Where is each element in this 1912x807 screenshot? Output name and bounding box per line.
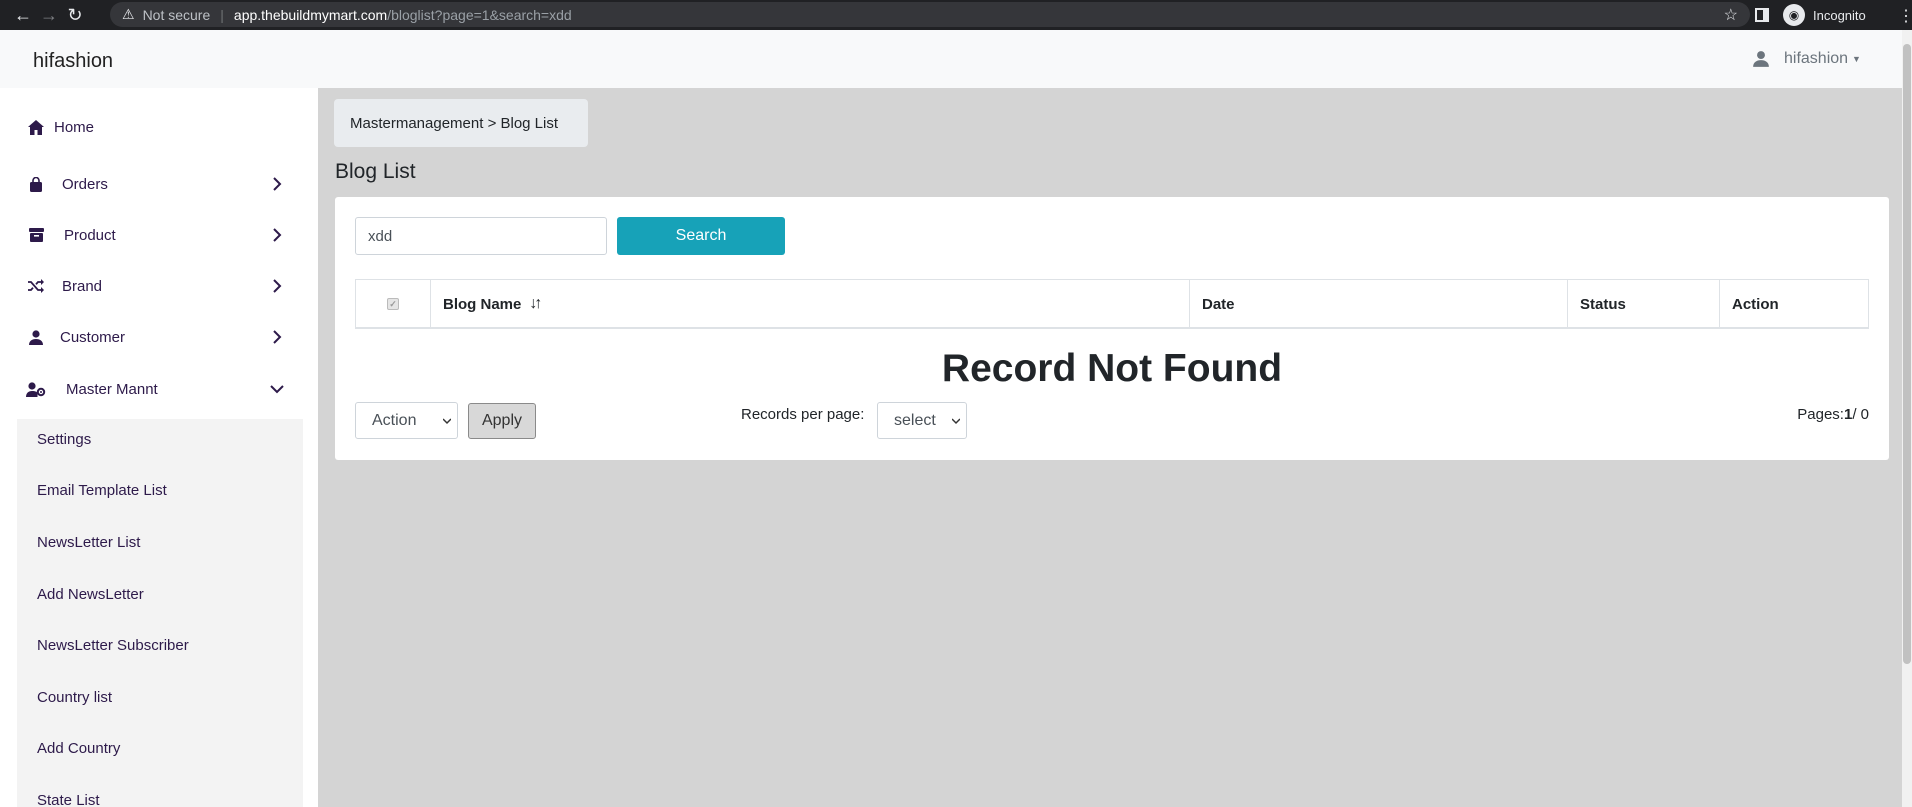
user-icon xyxy=(26,328,46,346)
browser-actions: ◉ Incognito xyxy=(1755,0,1866,30)
forward-icon[interactable]: → xyxy=(38,4,60,26)
sidebar-item-product[interactable]: Product xyxy=(0,212,318,258)
pages-label: Pages: xyxy=(1797,406,1844,423)
page-scrollbar[interactable] xyxy=(1902,30,1912,807)
column-label: Status xyxy=(1580,295,1626,313)
column-label: Date xyxy=(1202,295,1235,313)
url-separator: | xyxy=(220,6,224,23)
submenu-item-add-newsletter[interactable]: Add NewsLetter xyxy=(37,586,144,603)
sidebar-item-label: Orders xyxy=(62,175,108,193)
chevron-right-icon xyxy=(273,279,282,293)
column-label: Action xyxy=(1732,295,1779,313)
submenu-item-newsletter-list[interactable]: NewsLetter List xyxy=(37,534,140,551)
reload-icon[interactable]: ↻ xyxy=(64,4,86,26)
search-input[interactable] xyxy=(355,217,607,255)
sidebar-item-master-mannt[interactable]: Master Mannt xyxy=(0,366,318,412)
master-submenu: Settings Email Template List NewsLetter … xyxy=(17,419,303,807)
sidebar-item-label: Home xyxy=(54,118,95,136)
shuffle-icon xyxy=(26,277,46,295)
brand-logo[interactable]: hifashion xyxy=(33,50,113,73)
sort-arrows-icon[interactable]: ↓↑ xyxy=(529,295,542,313)
records-per-page-value: select xyxy=(894,411,936,429)
breadcrumb[interactable]: Mastermanagement > Blog List xyxy=(334,99,588,147)
submenu-item-settings[interactable]: Settings xyxy=(37,431,91,448)
archive-box-icon xyxy=(26,226,46,244)
select-arrow-icon xyxy=(443,418,451,425)
sidebar-item-label: Master Mannt xyxy=(66,380,158,398)
sidebar-item-brand[interactable]: Brand xyxy=(0,263,318,309)
column-action: Action xyxy=(1720,280,1868,328)
browser-menu-icon[interactable]: ⋮ xyxy=(1898,6,1912,26)
sidebar-item-orders[interactable]: Orders xyxy=(0,161,318,207)
incognito-icon[interactable]: ◉ xyxy=(1783,4,1805,26)
caret-down-icon: ▼ xyxy=(1852,54,1861,64)
column-date: Date xyxy=(1190,280,1568,328)
select-all-checkbox[interactable]: ✓ xyxy=(387,298,399,310)
shopping-bag-icon xyxy=(26,175,46,193)
user-gear-icon xyxy=(26,380,46,398)
sidebar-item-customer[interactable]: Customer xyxy=(0,314,318,360)
chevron-right-icon xyxy=(273,177,282,191)
pagination-info: Pages:1/ 0 xyxy=(1797,406,1869,423)
back-icon[interactable]: ← xyxy=(12,4,34,26)
blog-list-card: Search ✓ Blog Name ↓↑ Date Status Action… xyxy=(335,197,1889,460)
select-arrow-icon xyxy=(952,418,960,425)
user-icon xyxy=(1753,51,1769,67)
security-label: Not secure xyxy=(142,6,211,23)
sidebar-item-label: Customer xyxy=(60,328,126,346)
sidebar-item-home[interactable]: Home xyxy=(0,104,318,150)
apply-button[interactable]: Apply xyxy=(468,403,536,439)
records-per-page-select[interactable]: select xyxy=(877,402,967,439)
side-panel-icon[interactable] xyxy=(1755,8,1769,22)
scrollbar-thumb[interactable] xyxy=(1903,44,1911,664)
incognito-label: Incognito xyxy=(1813,7,1866,23)
address-bar[interactable]: ⚠ Not secure | app.thebuildmymart.com /b… xyxy=(110,2,1750,27)
blog-table-header: ✓ Blog Name ↓↑ Date Status Action xyxy=(355,279,1869,329)
select-all-cell: ✓ xyxy=(356,280,431,328)
submenu-item-state-list[interactable]: State List xyxy=(37,792,100,807)
url-host: app.thebuildmymart.com xyxy=(233,6,388,23)
submenu-item-country-list[interactable]: Country list xyxy=(37,689,112,706)
app-header: hifashion hifashion ▼ xyxy=(0,30,1902,88)
chevron-right-icon xyxy=(273,330,282,344)
sidebar-item-label: Brand xyxy=(62,277,103,295)
bulk-action-select[interactable]: Action xyxy=(355,402,458,439)
submenu-item-newsletter-subscriber[interactable]: NewsLetter Subscriber xyxy=(37,637,189,654)
url-path: /bloglist?page=1&search=xdd xyxy=(387,6,572,23)
bookmark-star-icon[interactable]: ☆ xyxy=(1724,5,1738,25)
home-icon xyxy=(26,118,46,136)
page-title: Blog List xyxy=(335,160,416,183)
sidebar-item-label: Product xyxy=(64,226,116,244)
browser-toolbar: ← → ↻ ⚠ Not secure | app.thebuildmymart.… xyxy=(0,0,1912,30)
chevron-down-icon xyxy=(270,385,284,394)
empty-state-message: Record Not Found xyxy=(941,347,1283,390)
warning-icon: ⚠ xyxy=(122,6,135,22)
chevron-right-icon xyxy=(273,228,282,242)
submenu-item-add-country[interactable]: Add Country xyxy=(37,740,120,757)
sidebar: Home Orders Product Brand Customer Maste… xyxy=(0,88,318,807)
user-menu[interactable]: hifashion ▼ xyxy=(1752,50,1861,68)
bulk-action-value: Action xyxy=(372,411,417,429)
column-status: Status xyxy=(1568,280,1720,328)
submenu-item-email-template-list[interactable]: Email Template List xyxy=(37,482,167,499)
records-per-page-label: Records per page: xyxy=(741,406,865,423)
column-blog-name[interactable]: Blog Name ↓↑ xyxy=(431,280,1190,328)
search-button[interactable]: Search xyxy=(617,217,785,255)
column-label: Blog Name xyxy=(443,295,522,313)
user-name: hifashion xyxy=(1784,50,1849,67)
total-pages: / 0 xyxy=(1852,406,1869,423)
